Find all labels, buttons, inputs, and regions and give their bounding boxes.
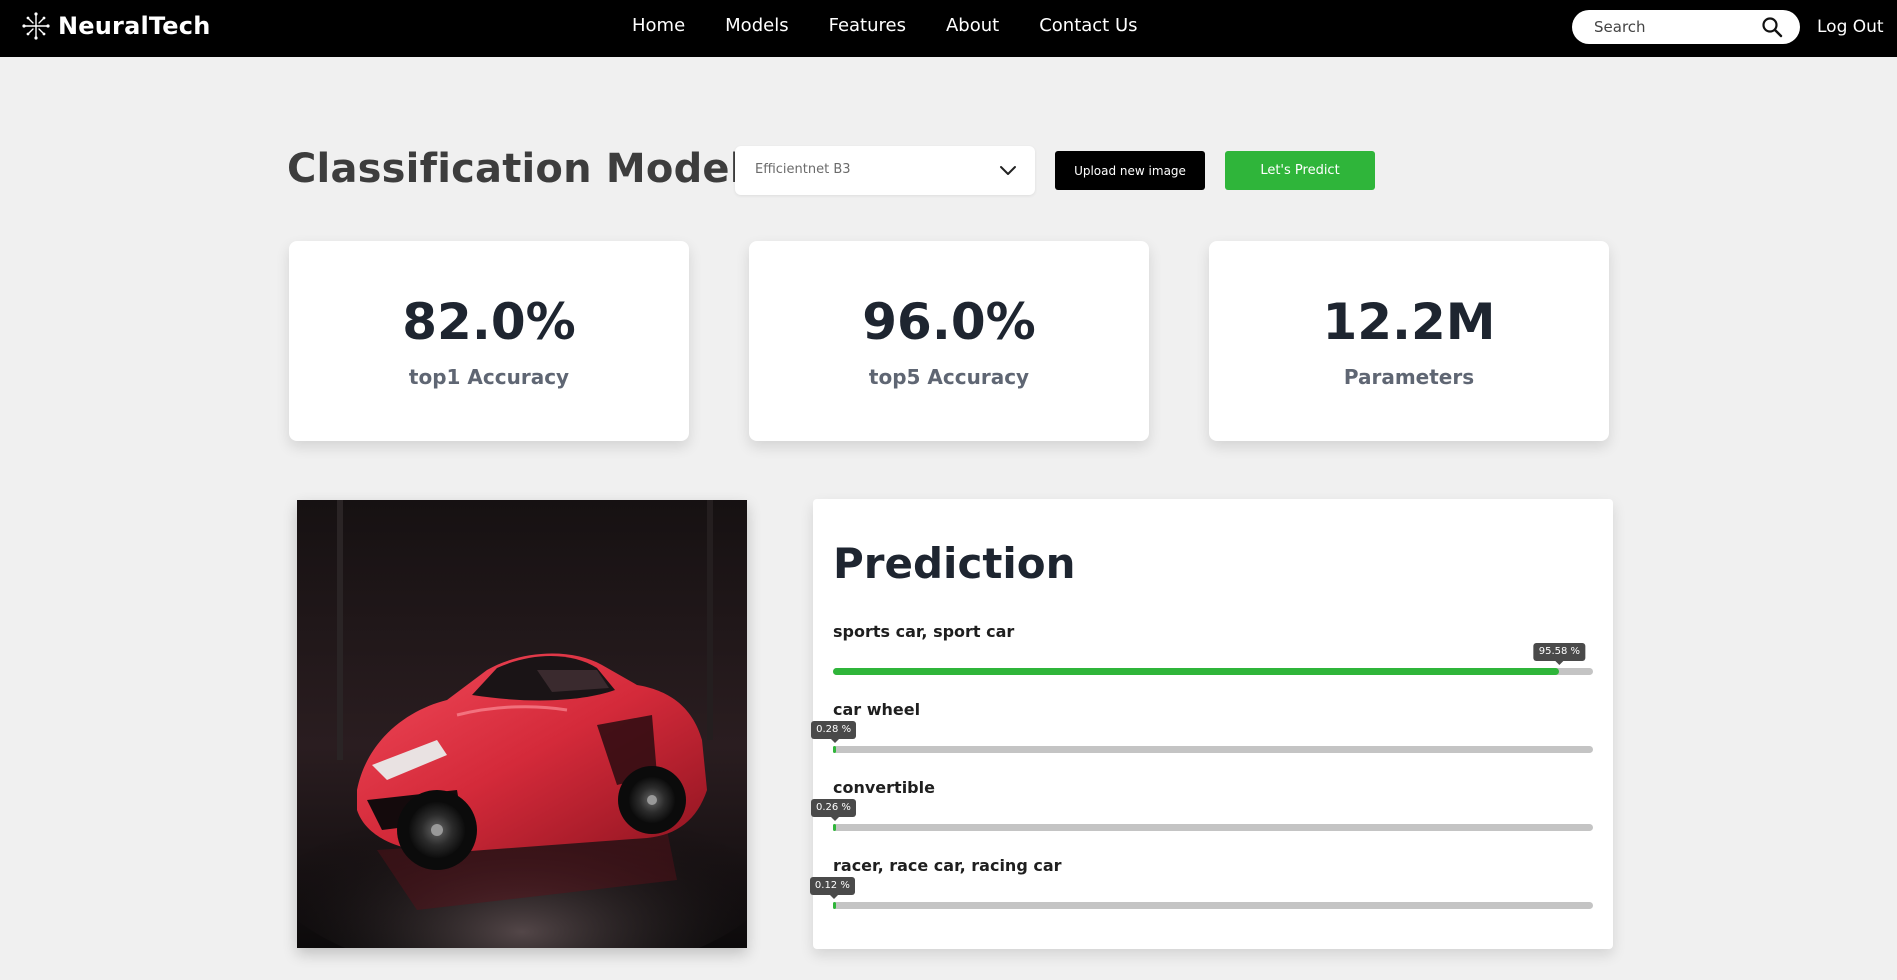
nav-contact-us[interactable]: Contact Us — [1039, 15, 1137, 36]
brand-name: NeuralTech — [58, 12, 211, 40]
prediction-bar-fill — [833, 668, 1560, 675]
uploaded-image — [297, 500, 747, 948]
prediction-label: car wheel — [833, 700, 921, 719]
prediction-title: Prediction — [833, 539, 1076, 588]
circuit-logo-icon — [22, 12, 50, 40]
sports-car-image — [297, 500, 747, 948]
prediction-row: convertible 0.26 % — [810, 778, 1593, 838]
prediction-row: sports car, sport car 95.58 % — [833, 622, 1593, 682]
navbar: NeuralTech Home Models Features About Co… — [0, 0, 1897, 57]
logo[interactable]: NeuralTech — [22, 12, 210, 40]
prediction-bar-fill — [833, 746, 836, 753]
stat-card-top1: 82.0% top1 Accuracy — [289, 241, 689, 441]
stat-card-parameters: 12.2M Parameters — [1209, 241, 1609, 441]
search-input[interactable] — [1594, 17, 1754, 37]
prediction-panel: Prediction sports car, sport car 95.58 %… — [809, 499, 1613, 949]
prediction-bar-fill — [833, 902, 836, 909]
prediction-bar-track — [833, 902, 1593, 909]
prediction-row: car wheel 0.28 % — [811, 700, 1593, 760]
prediction-bar-track — [833, 668, 1593, 675]
predict-button[interactable]: Let's Predict — [1225, 151, 1375, 190]
nav-features[interactable]: Features — [829, 15, 906, 36]
chevron-down-icon — [1000, 166, 1016, 175]
prediction-value-tooltip: 95.58 % — [1533, 643, 1586, 665]
stat-value: 12.2M — [1322, 293, 1496, 351]
prediction-bar-track — [833, 824, 1593, 831]
logout-link[interactable]: Log Out — [1817, 17, 1884, 37]
model-select[interactable]: Efficientnet B3 — [735, 146, 1035, 195]
nav-home[interactable]: Home — [632, 15, 685, 36]
prediction-value-tooltip: 0.28 % — [811, 721, 857, 743]
stat-value: 96.0% — [862, 293, 1036, 351]
prediction-label: sports car, sport car — [833, 622, 1015, 641]
prediction-bar-fill — [833, 824, 836, 831]
page-title: Classification Model — [287, 146, 744, 192]
nav-models[interactable]: Models — [725, 15, 788, 36]
search-icon[interactable] — [1761, 16, 1783, 38]
nav-links: Home Models Features About Contact Us — [632, 15, 1178, 36]
prediction-value-tooltip: 0.26 % — [810, 799, 856, 821]
model-select-value: Efficientnet B3 — [755, 162, 851, 177]
nav-about[interactable]: About — [946, 15, 999, 36]
prediction-value-tooltip: 0.12 % — [809, 877, 855, 899]
stat-value: 82.0% — [402, 293, 576, 351]
prediction-label: racer, race car, racing car — [833, 856, 1062, 875]
stat-card-top5: 96.0% top5 Accuracy — [749, 241, 1149, 441]
stat-label: top1 Accuracy — [408, 365, 570, 389]
prediction-row: racer, race car, racing car 0.12 % — [809, 856, 1593, 916]
stat-label: Parameters — [1343, 365, 1475, 389]
stat-label: top5 Accuracy — [868, 365, 1030, 389]
upload-image-button[interactable]: Upload new image — [1055, 151, 1205, 190]
prediction-bar-track — [833, 746, 1593, 753]
search-box — [1572, 10, 1800, 44]
prediction-label: convertible — [833, 778, 935, 797]
